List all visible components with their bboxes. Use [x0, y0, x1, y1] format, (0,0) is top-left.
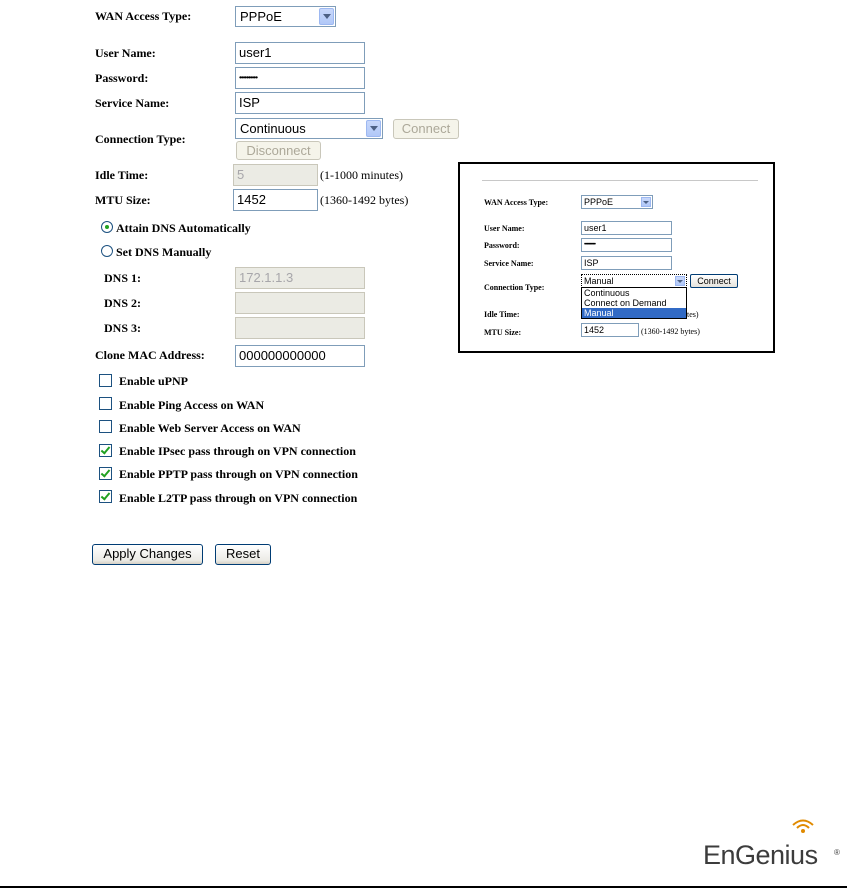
connection-type-dropdown-inset: WAN Access Type: PPPoE User Name: user1 …: [458, 162, 775, 353]
inset-connection-type-value: Manual: [584, 276, 614, 286]
idle-time-hint: (1-1000 minutes): [320, 168, 403, 182]
connection-type-dropdown-list: Continuous Connect on Demand Manual: [581, 287, 687, 319]
dns-auto-radio[interactable]: [101, 221, 113, 233]
service-name-input[interactable]: ISP: [235, 92, 365, 114]
web-server-access-label: Enable Web Server Access on WAN: [119, 421, 301, 435]
wan-access-type-label: WAN Access Type:: [95, 9, 192, 23]
connection-type-select[interactable]: Continuous: [235, 118, 383, 139]
wan-access-type-value: PPPoE: [240, 9, 282, 24]
dns3-input[interactable]: [235, 317, 365, 339]
inset-connection-type-label: Connection Type:: [484, 283, 545, 292]
dns-auto-label: Attain DNS Automatically: [116, 221, 251, 235]
l2tp-checkbox[interactable]: [99, 490, 112, 503]
inset-user-name-label: User Name:: [484, 224, 525, 233]
mtu-size-hint: (1360-1492 bytes): [320, 193, 409, 207]
inset-password-label: Password:: [484, 241, 520, 250]
pptp-checkbox[interactable]: [99, 467, 112, 480]
reset-button[interactable]: Reset: [215, 544, 271, 565]
inset-wan-access-type-value: PPPoE: [584, 197, 614, 207]
dns-manual-radio[interactable]: [101, 245, 113, 257]
ipsec-checkbox[interactable]: [99, 444, 112, 457]
inset-wan-access-type-select[interactable]: PPPoE: [581, 195, 653, 209]
dns2-input[interactable]: [235, 292, 365, 314]
chevron-down-icon: [675, 276, 685, 286]
inset-mtu-size-input[interactable]: 1452: [581, 323, 639, 337]
user-name-input[interactable]: user1: [235, 42, 365, 64]
dns-manual-label: Set DNS Manually: [116, 245, 212, 259]
logo-text: EnGenius: [703, 840, 818, 870]
inset-service-name-label: Service Name:: [484, 259, 534, 268]
clone-mac-input[interactable]: 000000000000: [235, 345, 365, 367]
l2tp-label: Enable L2TP pass through on VPN connecti…: [119, 491, 358, 505]
wan-access-type-select[interactable]: PPPoE: [235, 6, 336, 27]
upnp-checkbox[interactable]: [99, 374, 112, 387]
inset-password-input[interactable]: ••••••••••: [581, 238, 672, 252]
inset-idle-time-label: Idle Time:: [484, 310, 520, 319]
ping-access-label: Enable Ping Access on WAN: [119, 398, 265, 412]
idle-time-input[interactable]: 5: [233, 164, 318, 186]
inset-connection-type-select[interactable]: Manual: [581, 274, 687, 288]
chevron-down-icon: [641, 197, 651, 207]
service-name-label: Service Name:: [95, 96, 170, 110]
inset-service-name-input[interactable]: ISP: [581, 256, 672, 270]
ping-access-checkbox[interactable]: [99, 397, 112, 410]
disconnect-button[interactable]: Disconnect: [236, 141, 321, 160]
upnp-label: Enable uPNP: [119, 374, 189, 388]
password-input[interactable]: ••••••••••: [235, 67, 365, 89]
mtu-size-input[interactable]: 1452: [233, 189, 318, 211]
mtu-size-label: MTU Size:: [95, 193, 151, 207]
connection-type-value: Continuous: [240, 121, 306, 136]
pptp-label: Enable PPTP pass through on VPN connecti…: [119, 467, 358, 481]
apply-changes-button[interactable]: Apply Changes: [92, 544, 203, 565]
dropdown-option-continuous[interactable]: Continuous: [582, 288, 686, 298]
user-name-label: User Name:: [95, 46, 156, 60]
inset-mtu-size-label: MTU Size:: [484, 328, 522, 337]
connect-button[interactable]: Connect: [393, 119, 459, 139]
wifi-signal-icon: [792, 819, 814, 833]
web-server-access-checkbox[interactable]: [99, 420, 112, 433]
dns1-input[interactable]: 172.1.1.3: [235, 267, 365, 289]
dns2-label: DNS 2:: [104, 296, 142, 310]
chevron-down-icon: [319, 8, 334, 25]
footer-rule: [0, 886, 847, 888]
inset-divider: [482, 180, 758, 181]
dropdown-option-manual[interactable]: Manual: [582, 308, 686, 318]
dropdown-option-connect-on-demand[interactable]: Connect on Demand: [582, 298, 686, 308]
trademark-mark: ®: [834, 848, 840, 857]
idle-time-label: Idle Time:: [95, 168, 149, 182]
dns3-label: DNS 3:: [104, 321, 142, 335]
inset-idle-time-hint-fragment: tes): [687, 310, 699, 319]
ipsec-label: Enable IPsec pass through on VPN connect…: [119, 444, 356, 458]
inset-wan-access-type-label: WAN Access Type:: [484, 198, 549, 207]
inset-user-name-input[interactable]: user1: [581, 221, 672, 235]
dns1-label: DNS 1:: [104, 271, 142, 285]
inset-mtu-size-hint: (1360-1492 bytes): [641, 327, 700, 336]
connection-type-label: Connection Type:: [95, 132, 186, 146]
password-label: Password:: [95, 71, 149, 85]
chevron-down-icon: [366, 120, 381, 137]
clone-mac-label: Clone MAC Address:: [95, 348, 205, 362]
inset-connect-button[interactable]: Connect: [690, 274, 738, 288]
